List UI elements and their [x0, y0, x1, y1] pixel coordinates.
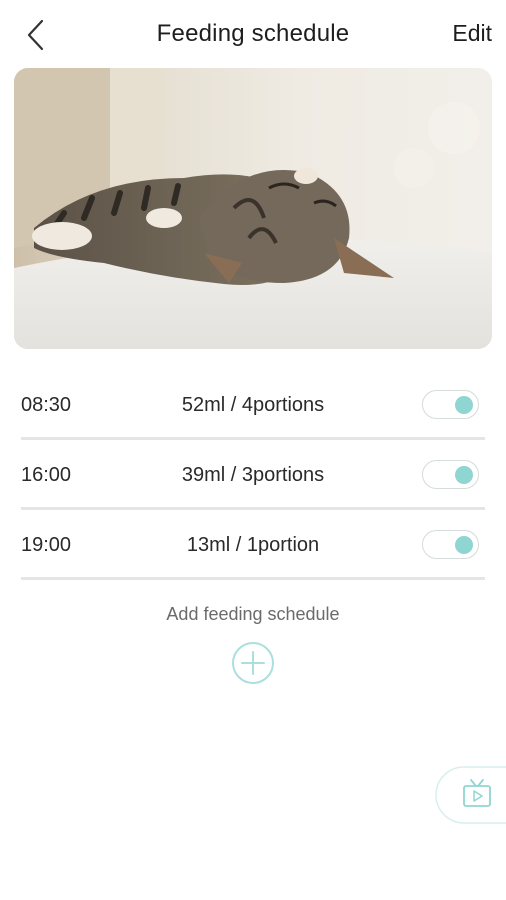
toggle-knob [455, 395, 473, 414]
page-title: Feeding schedule [156, 20, 350, 47]
schedule-row[interactable]: 19:00 13ml / 1portion [21, 510, 485, 580]
toggle-knob [455, 465, 473, 484]
video-button[interactable] [434, 766, 506, 824]
schedule-row[interactable]: 08:30 52ml / 4portions [21, 370, 485, 440]
toggle-knob [455, 535, 473, 554]
plus-circle-icon [232, 642, 274, 684]
schedule-amount: 39ml / 3portions [181, 464, 325, 486]
cat-photo [14, 68, 492, 349]
schedule-amount: 13ml / 1portion [186, 534, 320, 556]
schedule-toggle[interactable] [422, 460, 479, 489]
add-schedule-button[interactable] [231, 641, 275, 685]
edit-button[interactable]: Edit [452, 20, 492, 47]
schedule-amount: 52ml / 4portions [181, 394, 325, 416]
header: Feeding schedule Edit [0, 0, 506, 70]
schedule-toggle[interactable] [422, 530, 479, 559]
schedule-row[interactable]: 16:00 39ml / 3portions [21, 440, 485, 510]
schedule-list: 08:30 52ml / 4portions 16:00 39ml / 3por… [21, 370, 485, 580]
add-schedule-label: Add feeding schedule [166, 604, 340, 624]
schedule-toggle[interactable] [422, 390, 479, 419]
